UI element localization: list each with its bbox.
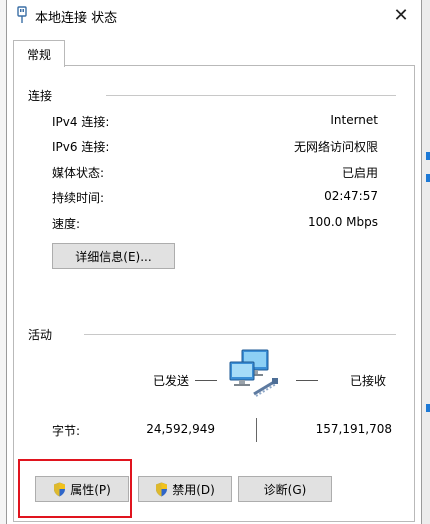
ipv4-label: IPv4 连接: — [52, 115, 110, 129]
tab-panel: 连接 IPv4 连接: Internet IPv6 连接: 无网络访问权限 媒体… — [13, 65, 415, 522]
highlight-annotation — [18, 459, 132, 518]
tab-general[interactable]: 常规 — [13, 40, 65, 67]
network-adapter-icon — [17, 6, 27, 23]
close-icon: ✕ — [393, 4, 409, 26]
activity-divider — [84, 334, 396, 335]
duration-label: 持续时间: — [52, 191, 105, 205]
speed-value: 100.0 Mbps — [307, 215, 378, 229]
sent-label: 已发送 — [153, 374, 190, 388]
sent-line — [195, 380, 217, 381]
disable-button-label: 禁用(D) — [172, 482, 215, 497]
bytes-received-value: 157,191,708 — [315, 422, 392, 436]
close-button[interactable]: ✕ — [381, 0, 421, 30]
ipv6-value: 无网络访问权限 — [293, 140, 378, 154]
connection-divider — [106, 95, 396, 96]
ipv6-label: IPv6 连接: — [52, 140, 110, 154]
uac-shield-icon — [156, 482, 168, 496]
tab-label: 常规 — [26, 47, 51, 62]
status-dialog: 本地连接 状态 ✕ 常规 连接 IPv4 连接: Internet IPv6 连… — [6, 0, 422, 524]
bytes-label: 字节: — [52, 424, 81, 438]
window-title: 本地连接 状态 — [35, 11, 118, 26]
speed-label: 速度: — [52, 217, 81, 231]
connection-section-title: 连接 — [28, 87, 59, 104]
bytes-sent-value: 24,592,949 — [146, 422, 215, 436]
media-state-value: 已启用 — [341, 166, 378, 180]
bytes-separator — [256, 418, 257, 442]
details-button-label: 详细信息(E)... — [75, 249, 152, 264]
ipv4-value: Internet — [330, 113, 378, 127]
diagnose-button-label: 诊断(G) — [263, 482, 307, 497]
received-line — [296, 380, 318, 381]
network-computers-icon — [229, 349, 278, 397]
title-bar: 本地连接 状态 ✕ — [7, 0, 421, 32]
media-state-label: 媒体状态: — [52, 166, 105, 180]
details-button[interactable]: 详细信息(E)... — [52, 243, 175, 269]
activity-section-title: 活动 — [28, 326, 59, 343]
diagnose-button[interactable]: 诊断(G) — [238, 476, 332, 502]
received-label: 已接收 — [350, 374, 387, 388]
disable-button[interactable]: 禁用(D) — [138, 476, 232, 502]
duration-value: 02:47:57 — [324, 189, 378, 203]
